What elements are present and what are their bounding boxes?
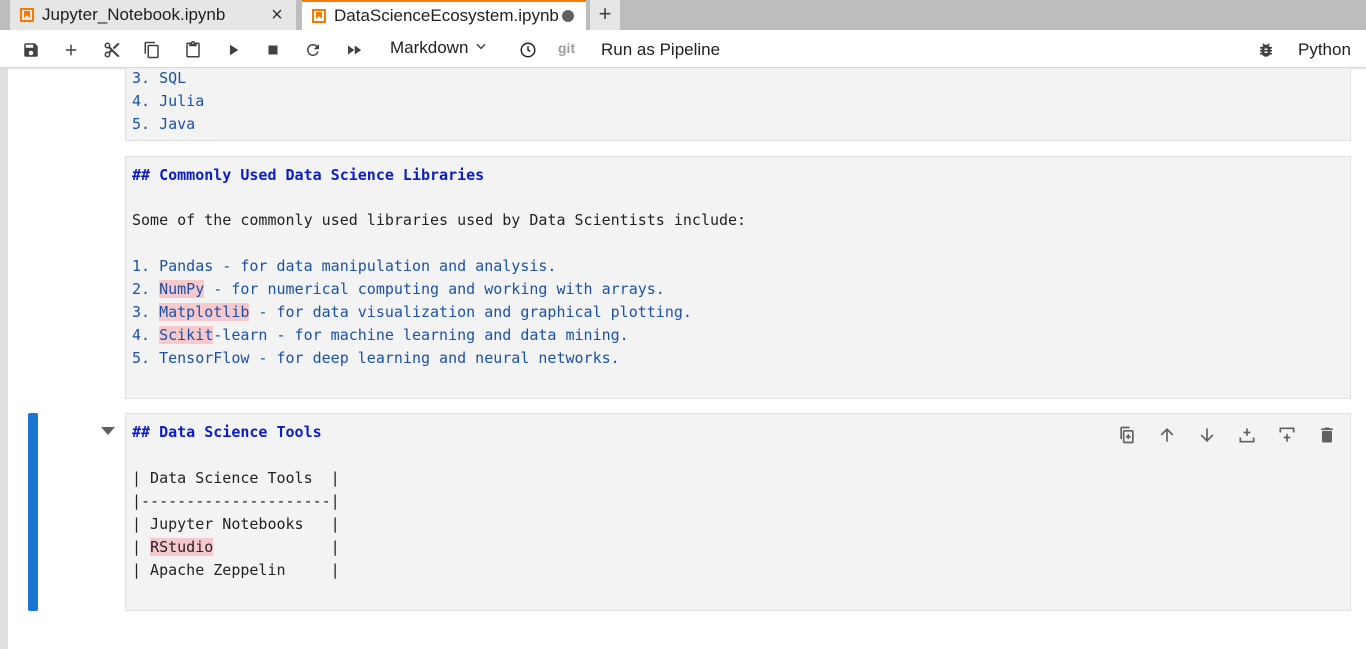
tab-jupyter-notebook[interactable]: Jupyter_Notebook.ipynb × [10, 0, 297, 30]
cut-icon[interactable] [101, 39, 123, 61]
markdown-cell-active[interactable]: ## Data Science Tools | Data Science Too… [125, 413, 1351, 611]
restart-kernel-icon[interactable] [302, 39, 324, 61]
tab-datascience-ecosystem[interactable]: DataScienceEcosystem.ipynb [302, 0, 586, 30]
active-cell-indicator[interactable] [28, 413, 38, 611]
chevron-down-icon [474, 38, 488, 58]
spell-highlight: Matplotlib [159, 303, 250, 321]
cell-type-label: Markdown [390, 38, 469, 57]
list-line: 5. Java [132, 115, 196, 133]
table-line: | Jupyter Notebooks | [132, 515, 340, 533]
cell-heading: ## Data Science Tools [132, 423, 322, 441]
new-tab-button[interactable]: + [590, 0, 620, 30]
save-icon[interactable] [20, 39, 42, 61]
git-button[interactable]: git [558, 40, 575, 56]
tab-bar: Jupyter_Notebook.ipynb × DataScienceEcos… [0, 0, 1366, 30]
notebook-toolbar: Markdown git Run as Pipeline Python [0, 30, 1366, 68]
tab-label: DataScienceEcosystem.ipynb [334, 6, 559, 25]
library-item: 1. Pandas - for data manipulation and an… [132, 257, 557, 275]
cell-action-toolbar [1116, 424, 1338, 446]
add-cell-icon[interactable] [60, 39, 82, 61]
insert-below-icon[interactable] [1276, 424, 1298, 446]
kernel-name[interactable]: Python [1298, 40, 1351, 60]
markdown-cell[interactable]: ## Commonly Used Data Science Libraries … [125, 156, 1351, 399]
markdown-cell[interactable]: 3. SQL 4. Julia 5. Java [125, 68, 1351, 141]
table-line: | RStudio | [132, 538, 340, 556]
move-up-icon[interactable] [1156, 424, 1178, 446]
library-item: 2. NumPy - for numerical computing and w… [132, 280, 665, 298]
left-sidebar-edge [0, 68, 8, 649]
cell-type-dropdown[interactable]: Markdown [390, 38, 488, 58]
spell-highlight: RStudio [150, 538, 214, 556]
collapse-caret-icon[interactable] [101, 427, 115, 435]
notebook-icon [20, 8, 34, 22]
library-item: 4. Scikit-learn - for machine learning a… [132, 326, 629, 344]
paste-icon[interactable] [182, 39, 204, 61]
copy-icon[interactable] [141, 39, 163, 61]
spell-highlight: Scikit [159, 326, 214, 344]
library-item: 5. TensorFlow - for deep learning and ne… [132, 349, 620, 367]
unsaved-dot-icon[interactable] [562, 10, 574, 22]
stop-kernel-icon[interactable] [262, 39, 284, 61]
insert-above-icon[interactable] [1236, 424, 1258, 446]
run-all-icon[interactable] [343, 39, 365, 61]
spell-highlight: NumPy [159, 280, 205, 298]
list-line: 3. SQL [132, 69, 187, 87]
tab-label: Jupyter_Notebook.ipynb [42, 5, 226, 24]
library-item: 3. Matplotlib - for data visualization a… [132, 303, 692, 321]
table-line: | Data Science Tools | [132, 469, 340, 487]
move-down-icon[interactable] [1196, 424, 1218, 446]
list-line: 4. Julia [132, 92, 205, 110]
table-line: |---------------------| [132, 492, 340, 510]
run-as-pipeline-button[interactable]: Run as Pipeline [601, 40, 720, 60]
table-line: | Apache Zeppelin | [132, 561, 340, 579]
cell-heading: ## Commonly Used Data Science Libraries [132, 166, 485, 184]
tab-close-icon[interactable]: × [266, 4, 288, 27]
notebook-icon [312, 9, 326, 23]
delete-cell-icon[interactable] [1316, 424, 1338, 446]
intro-text: Some of the commonly used libraries used… [132, 211, 747, 229]
debugger-bug-icon[interactable] [1255, 39, 1277, 61]
run-cell-icon[interactable] [222, 39, 244, 61]
duplicate-cell-icon[interactable] [1116, 424, 1138, 446]
clock-icon[interactable] [517, 39, 539, 61]
